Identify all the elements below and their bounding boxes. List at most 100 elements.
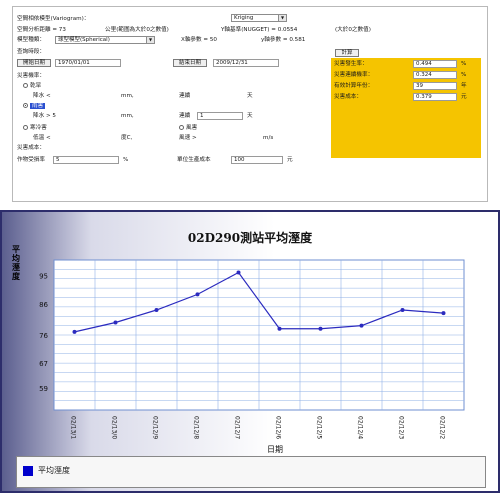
day2-unit: 天 xyxy=(247,113,253,119)
percent-unit: % xyxy=(123,157,129,163)
query-label: 查詢時段： xyxy=(17,49,45,55)
x-tick-label: 02/13/1 xyxy=(70,416,77,439)
result-label: 災害發生率： xyxy=(334,61,368,67)
y-tick-label: 67 xyxy=(39,360,48,368)
rainfall2-label: 降水 > 5 xyxy=(33,113,56,119)
legend: 平均溼度 xyxy=(16,456,486,488)
y-axis-label-char: 度 xyxy=(12,271,21,281)
y-tick-label: 95 xyxy=(39,273,48,281)
data-point xyxy=(113,320,118,325)
x-param: X軸參數 = 50 xyxy=(181,37,217,43)
range-hint: 公里(範圍為大於0之數值) xyxy=(105,27,169,33)
end-date-button[interactable]: 結束日期 xyxy=(173,59,207,67)
x-tick-label: 02/12/6 xyxy=(275,416,282,439)
x-tick-label: 02/12/7 xyxy=(234,416,241,439)
y-axis-label-char: 均 xyxy=(12,253,20,263)
legend-swatch xyxy=(23,466,33,476)
model-label: 模型種類： xyxy=(17,37,45,43)
wind-unit: m/s xyxy=(263,135,274,141)
result-label: 有效計算年份： xyxy=(334,83,374,89)
flood-option[interactable]: 雨害 xyxy=(23,103,46,110)
result-unit: % xyxy=(461,61,467,67)
duration2-label: 連續 xyxy=(179,113,191,119)
y-tick-label: 86 xyxy=(39,301,48,309)
result-label: 災害連續機率： xyxy=(334,72,374,78)
variogram-form-panel: 空間相依模型(Variogram)： Kriging ▼ 空間分析距離 = 73… xyxy=(12,6,488,202)
x-tick-label: 02/12/5 xyxy=(316,416,323,439)
data-point xyxy=(195,292,200,297)
crop-price-input[interactable]: 5 xyxy=(53,156,119,164)
result-unit: % xyxy=(461,72,467,78)
method-select[interactable]: Kriging ▼ xyxy=(231,14,287,22)
duration-label: 連續 xyxy=(179,93,191,99)
start-date-input[interactable]: 1970/01/01 xyxy=(55,59,121,67)
wind-speed-label: 風速 > xyxy=(179,135,197,141)
duration2-input[interactable]: 1 xyxy=(197,112,243,120)
result-value[interactable]: 0.324 xyxy=(413,71,457,79)
drought-label: 乾旱 xyxy=(30,83,42,89)
x-tick-label: 02/12/3 xyxy=(398,416,405,439)
day-unit: 天 xyxy=(247,93,253,99)
result-unit: 元 xyxy=(461,94,467,100)
radio-icon[interactable] xyxy=(23,83,28,88)
nugget-label: Y軸基準(NUGGET) = 0.0554 xyxy=(221,27,298,33)
range-label: 空間分析距離 = 73 xyxy=(17,27,66,33)
y-axis-label: 平均溼度 xyxy=(12,245,21,281)
data-point xyxy=(236,270,241,275)
calc-button[interactable]: 計算 xyxy=(335,49,359,57)
rain-unit: mm, xyxy=(121,93,134,99)
disaster-prob-label: 災害機率： xyxy=(17,73,45,79)
chart-title: 02D290測站平均溼度 xyxy=(188,230,313,245)
cold-label: 寒冷害 xyxy=(30,125,47,131)
y-param: y軸參數 = 0.581 xyxy=(261,37,306,43)
x-tick-label: 02/12/9 xyxy=(152,416,159,439)
chevron-down-icon: ▼ xyxy=(278,15,286,21)
temp-unit: 度C, xyxy=(121,135,133,141)
chart-panel: 02D290測站平均溼度 平均溼度 日期 59 67 76 86 95 02/13/1 02… xyxy=(0,210,500,493)
drought-option[interactable]: 乾旱 xyxy=(23,83,41,90)
data-point xyxy=(441,311,446,316)
disaster-cost-label: 災害成本： xyxy=(17,145,45,151)
x-tick-label: 02/12/8 xyxy=(193,416,200,439)
y-axis-label-char: 溼 xyxy=(12,262,20,272)
result-value[interactable]: 39 xyxy=(413,82,457,90)
data-point xyxy=(359,323,364,328)
variogram-label: 空間相依模型(Variogram)： xyxy=(17,16,90,22)
results-box: 災害發生率： 0.494 % 災害連續機率： 0.324 % 有效計算年份： 3… xyxy=(331,58,481,158)
model-select-value: 球型模型(Spherical) xyxy=(58,37,110,43)
x-tick-label: 02/13/0 xyxy=(111,416,118,439)
rain2-unit: mm, xyxy=(121,113,134,119)
rainfall-label: 降水 < xyxy=(33,93,51,99)
radio-selected-icon[interactable] xyxy=(23,103,28,108)
wind-option[interactable]: 風害 xyxy=(179,125,197,132)
model-select[interactable]: 球型模型(Spherical) ▼ xyxy=(55,36,155,44)
yuan-unit: 元 xyxy=(287,157,293,163)
plot-area: 59 67 76 86 95 02/13/1 02/13/0 02/12/9 02/12/8 02… xyxy=(39,259,465,439)
result-value[interactable]: 0.494 xyxy=(413,60,457,68)
x-axis-label: 日期 xyxy=(267,445,283,454)
legend-label: 平均溼度 xyxy=(38,466,70,475)
data-point xyxy=(318,326,323,331)
radio-icon[interactable] xyxy=(23,125,28,130)
data-point xyxy=(154,308,159,312)
end-date-input[interactable]: 2009/12/31 xyxy=(213,59,279,67)
crop-price-label: 作物受損率 xyxy=(17,157,45,163)
y-tick-label: 59 xyxy=(39,385,48,393)
humidity-chart: 02D290測站平均溼度 平均溼度 日期 59 67 76 86 95 02/13/1 02… xyxy=(12,230,465,454)
chevron-down-icon: ▼ xyxy=(146,37,154,43)
result-unit: 年 xyxy=(461,83,467,89)
radio-icon[interactable] xyxy=(179,125,184,130)
nugget-hint: (大於0之數值) xyxy=(335,27,371,33)
unit-cost-input[interactable]: 100 xyxy=(231,156,283,164)
wind-label: 風害 xyxy=(186,125,198,131)
y-axis-label-char: 平 xyxy=(12,245,20,254)
y-tick-label: 76 xyxy=(39,332,48,340)
flood-label: 雨害 xyxy=(30,103,46,109)
data-point xyxy=(400,308,405,312)
result-value[interactable]: 0.379 xyxy=(413,93,457,101)
x-tick-label: 02/12/4 xyxy=(357,416,364,439)
temp-label: 低溫 < xyxy=(33,135,51,141)
start-date-button[interactable]: 開始日期 xyxy=(17,59,51,67)
cold-option[interactable]: 寒冷害 xyxy=(23,125,47,132)
unit-cost-label: 單位生產成本 xyxy=(177,157,211,163)
